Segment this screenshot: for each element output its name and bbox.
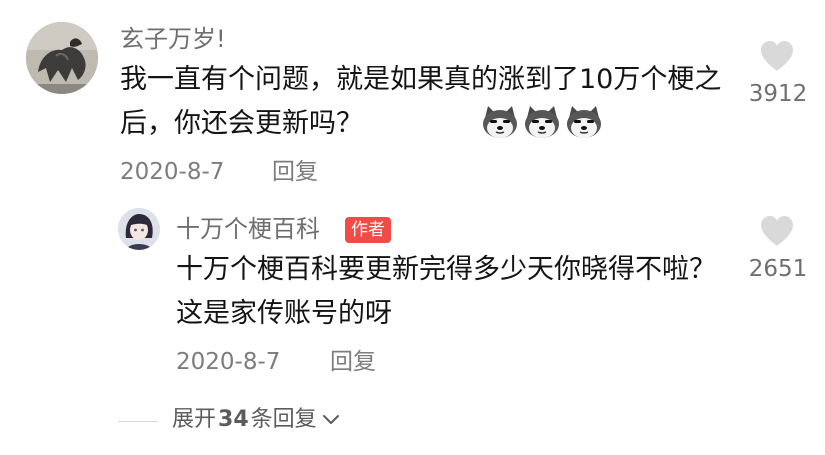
like-button[interactable] [759,40,795,76]
avatar-image [26,22,98,94]
like-button[interactable] [759,215,795,251]
comment-text: 我一直有个问题，就是如果真的涨到了10万个梗之后，你还会更新吗？ [120,64,722,139]
reply-username[interactable]: 十万个梗百科 [176,214,320,244]
emoji-row [480,104,604,140]
husky-emoji [567,106,601,138]
like-count: 3912 [748,81,808,107]
like-count: 2651 [748,256,808,282]
reply-button[interactable]: 回复 [272,158,318,186]
reply-count: 34 [218,407,249,432]
heart-icon [761,41,793,71]
expand-prefix: 展开 [172,407,217,432]
reply-date: 2020-8-7 [176,349,281,375]
heart-icon [761,216,793,246]
expand-suffix: 条回复 [250,407,317,432]
author-badge: 作者 [345,217,391,243]
comment-thread: 玄子万岁! 我一直有个问题，就是如果真的涨到了10万个梗之后，你还会更新吗？ 2… [0,0,825,455]
avatar-image [118,208,160,250]
reply-button[interactable]: 回复 [330,348,376,376]
divider [118,421,158,422]
reply-text: 十万个梗百科要更新完得多少天你晓得不啦？这是家传账号的呀 [176,254,716,329]
comment-username[interactable]: 玄子万岁! [120,24,226,54]
comment-date: 2020-8-7 [120,159,225,185]
expand-replies-button[interactable]: 展开 34 条回复 [172,406,341,434]
chevron-down-icon [322,415,339,424]
avatar[interactable] [118,208,160,250]
husky-emoji [525,106,559,138]
avatar[interactable] [26,22,98,94]
husky-emoji [483,106,517,138]
